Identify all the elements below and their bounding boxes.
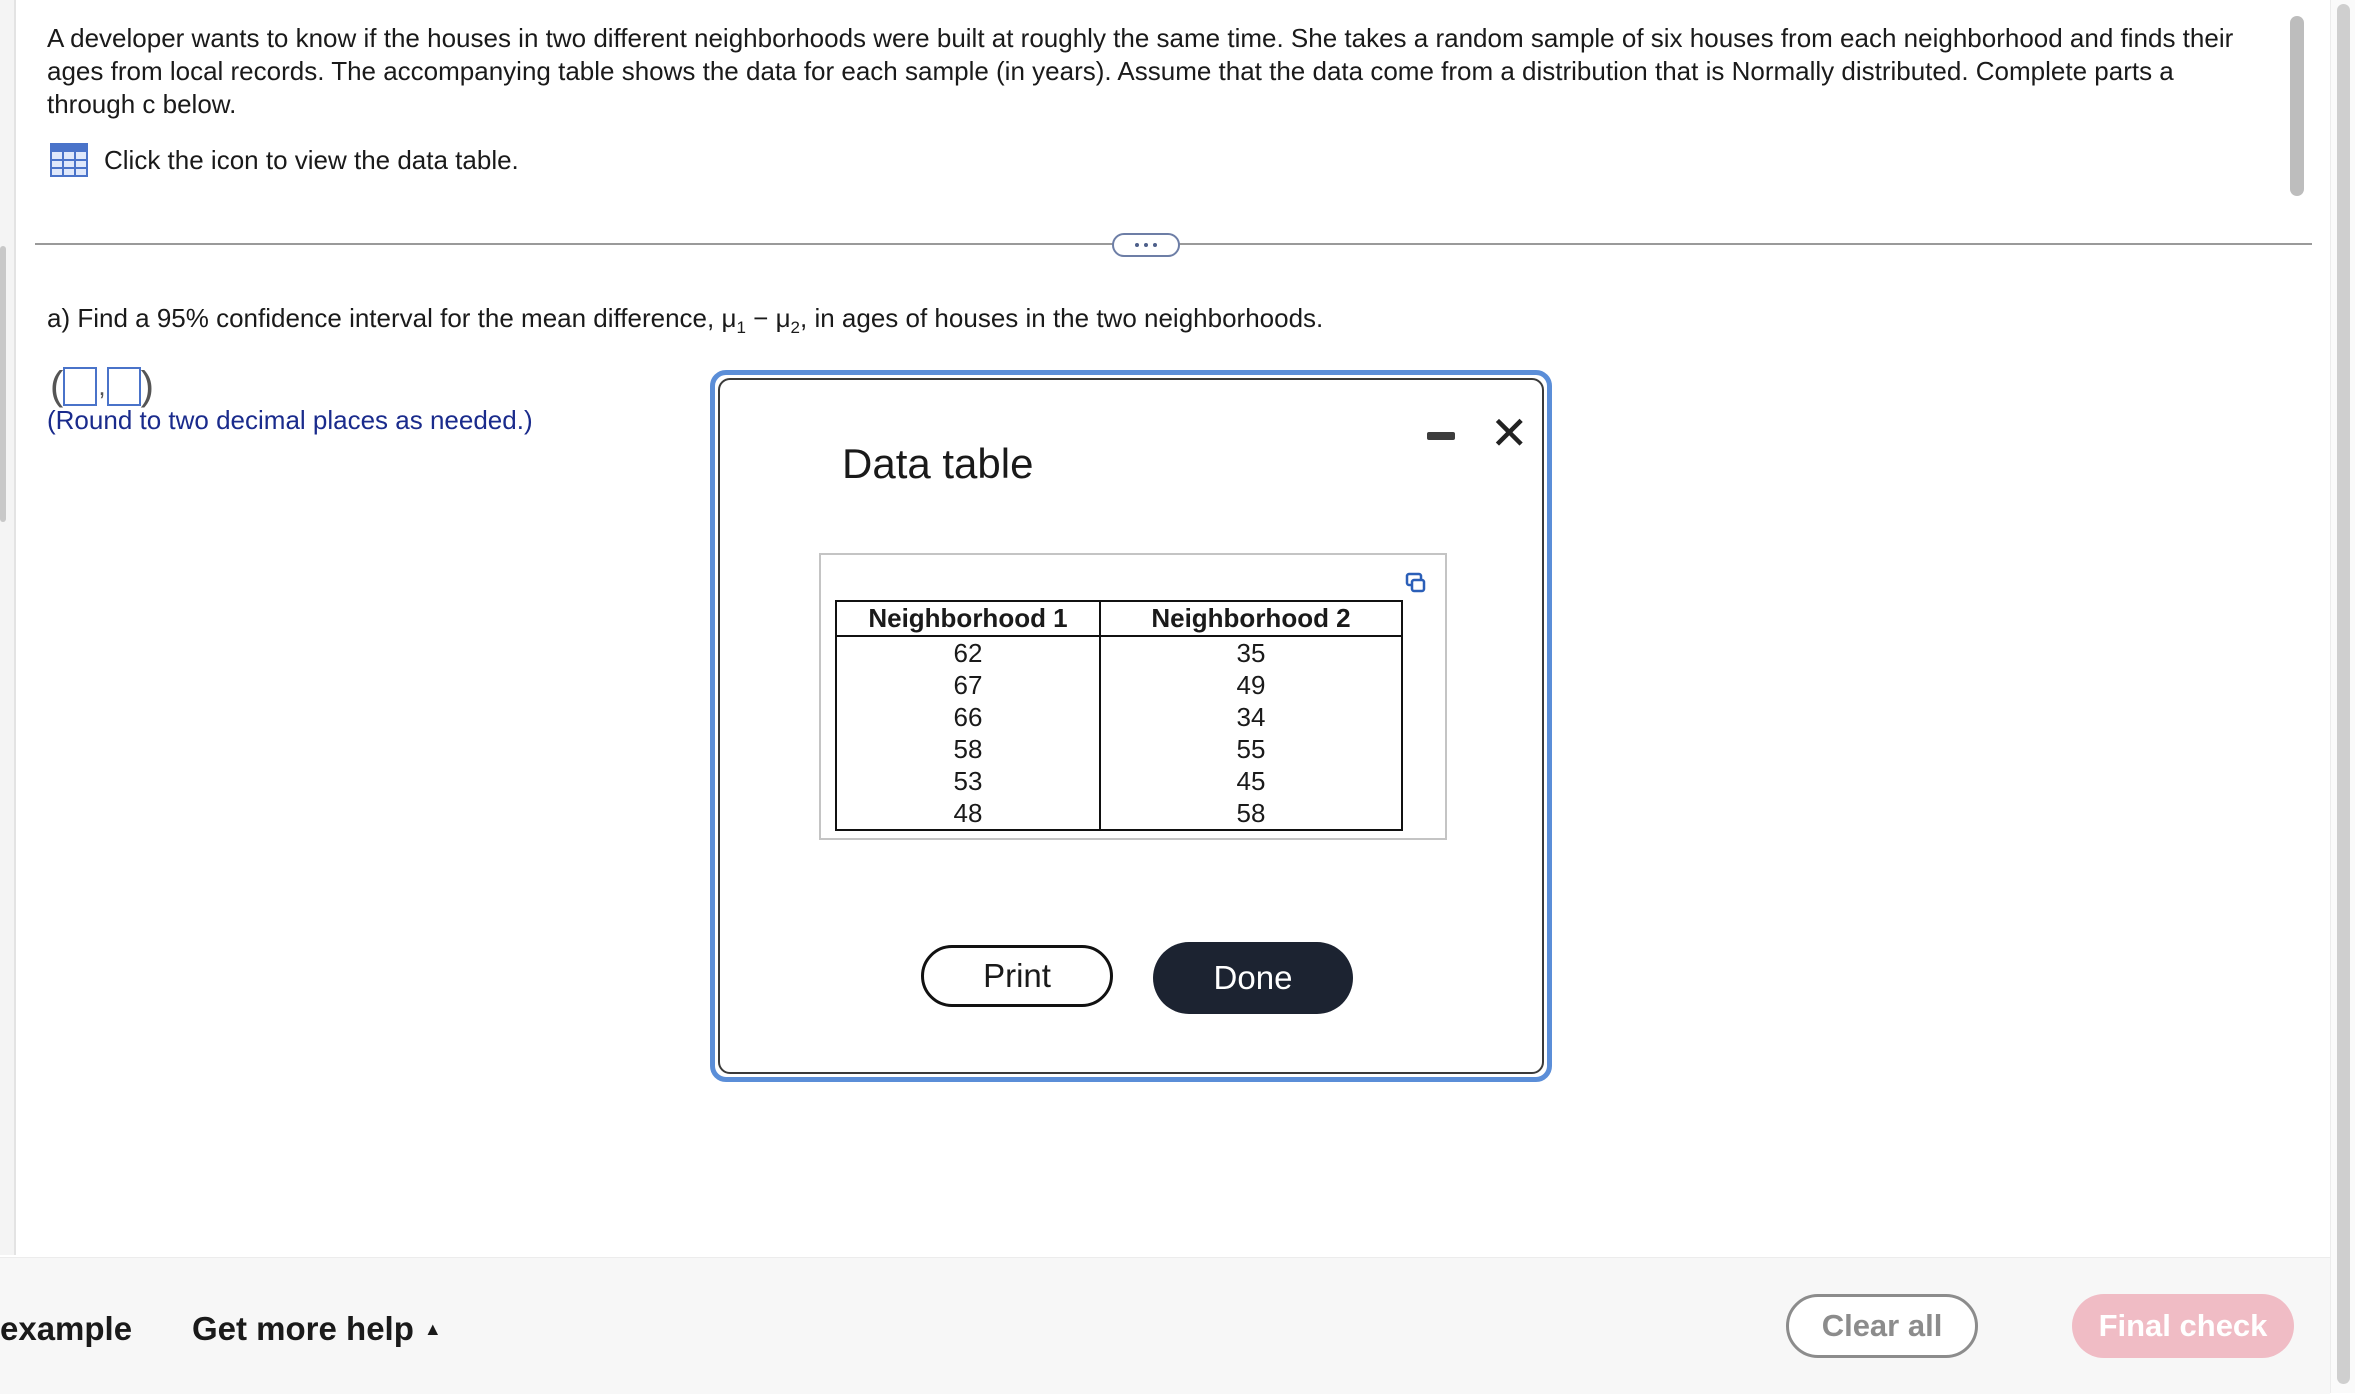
dialog-body: Data table ✕ Neighborhood 1 Neighborhood… <box>718 378 1544 1074</box>
part-a-question: a) Find a 95% confidence interval for th… <box>47 300 1323 346</box>
minus-sign: − <box>745 303 776 333</box>
table-row: 58 55 <box>835 733 1403 765</box>
table-cell: 62 <box>835 636 1101 669</box>
left-scrollbar-thumb[interactable] <box>0 246 6 522</box>
done-button[interactable]: Done <box>1153 942 1353 1014</box>
table-row: 62 35 <box>835 636 1403 669</box>
table-cell: 49 <box>1099 669 1403 701</box>
minimize-icon[interactable] <box>1427 432 1455 440</box>
left-panel-rail <box>0 0 16 1255</box>
view-data-table-link[interactable]: Click the icon to view the data table. <box>50 143 519 177</box>
view-example-link[interactable]: example <box>0 1310 132 1348</box>
data-table-link-label[interactable]: Click the icon to view the data table. <box>104 145 519 176</box>
page-scrollbar-thumb[interactable] <box>2337 4 2350 1384</box>
table-cell: 45 <box>1099 765 1403 797</box>
caret-up-icon: ▲ <box>423 1318 442 1339</box>
expand-more-button[interactable] <box>1112 233 1180 257</box>
table-row: 66 34 <box>835 701 1403 733</box>
dot-icon <box>1153 243 1157 247</box>
table-cell: 35 <box>1099 636 1403 669</box>
content-scrollbar-thumb[interactable] <box>2290 16 2304 196</box>
page-scrollbar[interactable] <box>2330 0 2355 1393</box>
table-row: 67 49 <box>835 669 1403 701</box>
final-check-button[interactable]: Final check <box>2072 1294 2294 1358</box>
table-cell: 55 <box>1099 733 1403 765</box>
subscript-1: 1 <box>736 318 746 338</box>
rounding-hint: (Round to two decimal places as needed.) <box>47 405 533 435</box>
lower-bound-input[interactable] <box>63 367 98 406</box>
question-text: A developer wants to know if the houses … <box>47 23 2234 119</box>
table-cell: 66 <box>835 701 1101 733</box>
close-paren: ) <box>140 364 154 408</box>
table-cell: 67 <box>835 669 1101 701</box>
table-cell: 58 <box>835 733 1101 765</box>
get-more-help-button[interactable]: Get more help ▲ <box>192 1310 442 1348</box>
table-icon[interactable] <box>50 143 88 177</box>
table-row: 48 58 <box>835 797 1403 831</box>
part-a-suffix: , in ages of houses in the two neighborh… <box>800 303 1324 333</box>
table-cell: 53 <box>835 765 1101 797</box>
clear-all-button[interactable]: Clear all <box>1786 1294 1978 1358</box>
table-cell: 48 <box>835 797 1101 831</box>
column-header: Neighborhood 1 <box>835 600 1101 637</box>
column-header: Neighborhood 2 <box>1099 600 1403 637</box>
data-table-frame: Neighborhood 1 Neighborhood 2 62 35 67 4… <box>819 553 1447 840</box>
mu-symbol: μ <box>721 303 737 333</box>
subscript-2: 2 <box>790 318 801 338</box>
data-table-dialog: Data table ✕ Neighborhood 1 Neighborhood… <box>710 370 1552 1082</box>
dot-icon <box>1144 243 1148 247</box>
dialog-title: Data table <box>842 440 1034 487</box>
table-row: 53 45 <box>835 765 1403 797</box>
open-paren: ( <box>50 364 64 408</box>
table-header-row: Neighborhood 1 Neighborhood 2 <box>835 600 1403 637</box>
interval-answer: ( , ) <box>50 364 154 409</box>
upper-bound-input[interactable] <box>106 367 141 406</box>
get-more-help-label[interactable]: Get more help <box>192 1310 414 1348</box>
print-button[interactable]: Print <box>921 945 1113 1007</box>
table-cell: 34 <box>1099 701 1403 733</box>
table-cell: 58 <box>1099 797 1403 831</box>
close-icon[interactable]: ✕ <box>1490 410 1529 456</box>
copy-icon[interactable] <box>1405 572 1427 594</box>
part-a-prefix: a) Find a 95% confidence interval for th… <box>47 303 722 333</box>
comma: , <box>98 371 106 401</box>
footer-bar: example Get more help ▲ Clear all Final … <box>0 1257 2330 1394</box>
dot-icon <box>1135 243 1139 247</box>
mu-symbol: μ <box>775 303 791 333</box>
data-table: Neighborhood 1 Neighborhood 2 62 35 67 4… <box>835 600 1403 831</box>
